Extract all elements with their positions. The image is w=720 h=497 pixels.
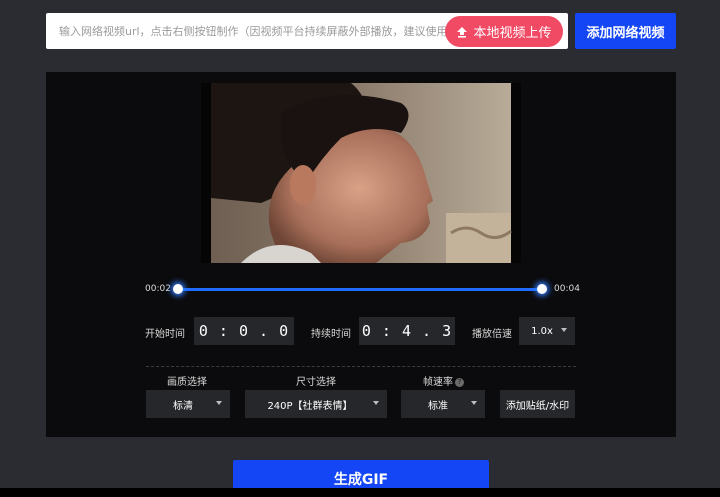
editor-panel: 00:02 00:04 开始时间 0 : 0 . 0 持续时间 0 : 4 . …: [46, 72, 676, 437]
quality-value: 标清: [173, 400, 193, 412]
size-label: 尺寸选择: [296, 377, 336, 388]
range-start-time: 00:02: [145, 284, 171, 294]
chevron-down-icon: [216, 401, 222, 405]
size-value: 240P【社群表情】: [267, 400, 353, 412]
video-frame-image: [201, 83, 521, 263]
add-sticker-watermark-button[interactable]: 添加贴纸/水印: [500, 390, 575, 418]
add-network-video-button[interactable]: 添加网络视频: [575, 13, 676, 49]
speed-select[interactable]: 1.0x: [519, 317, 575, 345]
video-url-input[interactable]: [46, 13, 446, 49]
fps-select[interactable]: 标准: [401, 390, 485, 418]
range-end-time: 00:04: [554, 284, 580, 294]
speed-value: 1.0x: [531, 325, 553, 337]
upload-local-label: 本地视频上传: [473, 26, 552, 41]
section-divider: [146, 366, 576, 367]
range-end-handle[interactable]: [537, 284, 547, 294]
fps-value: 标准: [428, 400, 448, 412]
time-range-track[interactable]: [178, 288, 542, 291]
quality-select[interactable]: 标清: [146, 390, 230, 418]
upload-local-video-button[interactable]: 本地视频上传: [445, 16, 563, 47]
help-icon[interactable]: ?: [455, 377, 464, 387]
start-time-input[interactable]: 0 : 0 . 0: [194, 317, 294, 345]
chevron-down-icon: [471, 401, 477, 405]
size-select[interactable]: 240P【社群表情】: [245, 390, 387, 418]
chevron-down-icon: [373, 401, 379, 405]
speed-label: 播放倍速: [472, 329, 512, 340]
duration-input[interactable]: 0 : 4 . 3: [359, 317, 455, 345]
start-time-label: 开始时间: [145, 329, 185, 340]
bottom-strip: [0, 488, 720, 497]
fps-label: 帧速率?: [423, 373, 464, 388]
video-preview[interactable]: [201, 83, 521, 263]
chevron-down-icon: [561, 328, 567, 332]
fps-label-text: 帧速率: [423, 377, 453, 388]
duration-label: 持续时间: [311, 329, 351, 340]
range-start-handle[interactable]: [173, 284, 183, 294]
upload-icon: [457, 26, 468, 38]
quality-label: 画质选择: [167, 377, 207, 388]
